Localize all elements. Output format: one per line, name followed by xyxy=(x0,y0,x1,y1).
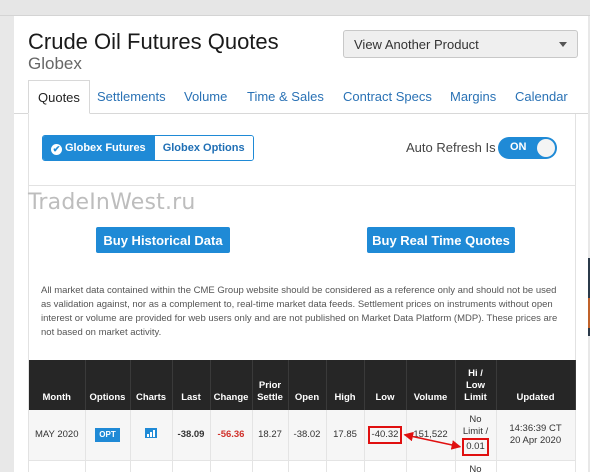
chevron-down-icon xyxy=(559,42,567,47)
table-header-row: Month Options Charts Last Change Prior Se… xyxy=(29,360,576,410)
globex-options-button[interactable]: Globex Options xyxy=(153,136,253,160)
cell-change: -56.36 xyxy=(210,410,253,461)
globex-futures-button[interactable]: ✔ Globex Futures xyxy=(43,136,154,160)
browser-top-strip xyxy=(0,0,590,16)
auto-refresh-toggle[interactable]: ON xyxy=(498,137,557,159)
cell-prior-settle: 18.27 xyxy=(252,410,289,461)
cell-low: -40.32 xyxy=(364,410,407,461)
cell-charts xyxy=(130,410,173,461)
tab-volume[interactable]: Volume xyxy=(184,80,227,114)
tab-time-sales[interactable]: Time & Sales xyxy=(247,80,324,114)
cell-empty xyxy=(85,460,131,472)
product-select[interactable]: View Another Product xyxy=(343,30,578,58)
cell-empty xyxy=(29,460,86,472)
auto-refresh-state: ON xyxy=(510,141,527,153)
low-highlight-box: -40.32 xyxy=(367,425,403,444)
col-prior-line1: Prior xyxy=(258,380,282,391)
tab-margins[interactable]: Margins xyxy=(450,80,496,114)
buy-historical-data-button[interactable]: Buy Historical Data xyxy=(96,227,230,253)
cell-options: OPT xyxy=(85,410,131,461)
limit-highlight-box: 0.01 xyxy=(462,437,489,456)
market-toggle: ✔ Globex Futures Globex Options xyxy=(42,135,254,161)
check-icon: ✔ xyxy=(51,144,62,155)
col-charts[interactable]: Charts xyxy=(130,360,173,410)
cell-month: MAY 2020 xyxy=(29,410,86,461)
watermark-text: TradeInWest.ru xyxy=(28,190,196,215)
opt-link[interactable]: OPT xyxy=(95,427,120,442)
bar-chart-icon[interactable] xyxy=(145,427,157,438)
cell-empty xyxy=(210,460,253,472)
cell-updated: 14:36:39 CT 20 Apr 2020 xyxy=(496,410,576,461)
cell-empty xyxy=(252,460,289,472)
cell-empty xyxy=(406,460,456,472)
cell-open: -38.02 xyxy=(288,410,327,461)
table-row: MAY 2020 OPT -38.09 -56.36 18.27 -38.02 … xyxy=(29,410,576,461)
quotes-card: Crude Oil Futures Quotes Globex View Ano… xyxy=(14,16,588,472)
col-last[interactable]: Last xyxy=(172,360,211,410)
tab-settlements[interactable]: Settlements xyxy=(97,80,166,114)
tab-bar: Quotes Settlements Volume Time & Sales C… xyxy=(14,80,588,114)
col-hilo-line2: Low xyxy=(466,380,485,391)
toggle-knob xyxy=(537,139,555,157)
product-select-label: View Another Product xyxy=(354,37,479,52)
hilo-line1: No xyxy=(469,413,482,425)
quotes-table: Month Options Charts Last Change Prior Se… xyxy=(29,360,576,472)
disclaimer-text: All market data contained within the CME… xyxy=(41,285,558,338)
col-hi-low-limit[interactable]: Hi / Low Limit xyxy=(455,360,497,410)
cell-hi-low-limit: No Limit / 0.01 xyxy=(455,410,497,461)
updated-date: 20 Apr 2020 xyxy=(509,434,562,446)
divider xyxy=(29,185,575,186)
cell-empty xyxy=(326,460,365,472)
cell-empty xyxy=(172,460,211,472)
cell-high: 17.85 xyxy=(326,410,365,461)
cell-empty xyxy=(496,460,576,472)
col-month[interactable]: Month xyxy=(29,360,86,410)
hilo-line2: Limit / xyxy=(462,425,489,437)
auto-refresh-label: Auto Refresh Is xyxy=(406,140,496,155)
col-open[interactable]: Open xyxy=(288,360,327,410)
col-options[interactable]: Options xyxy=(85,360,131,410)
cell-volume: 151,522 xyxy=(406,410,456,461)
table-row: No xyxy=(29,460,576,472)
tab-contract-specs[interactable]: Contract Specs xyxy=(343,80,432,114)
col-volume[interactable]: Volume xyxy=(406,360,456,410)
page-title: Crude Oil Futures Quotes xyxy=(28,29,279,54)
tab-quotes[interactable]: Quotes xyxy=(28,80,90,114)
updated-time: 14:36:39 CT xyxy=(509,422,562,434)
cell-hi-low-limit: No xyxy=(455,460,497,472)
page-subtitle: Globex xyxy=(28,54,82,73)
col-hilo-line3: Limit xyxy=(464,392,487,403)
col-low[interactable]: Low xyxy=(364,360,407,410)
col-prior-line2: Settle xyxy=(257,392,283,403)
col-updated[interactable]: Updated xyxy=(496,360,576,410)
globex-futures-label: Globex Futures xyxy=(65,142,146,154)
cell-empty xyxy=(288,460,327,472)
cell-last: -38.09 xyxy=(172,410,211,461)
col-change[interactable]: Change xyxy=(210,360,253,410)
col-prior-settle[interactable]: Prior Settle xyxy=(252,360,289,410)
col-high[interactable]: High xyxy=(326,360,365,410)
col-hilo-line1: Hi / xyxy=(468,368,483,379)
cell-empty xyxy=(130,460,173,472)
buy-real-time-quotes-button[interactable]: Buy Real Time Quotes xyxy=(367,227,515,253)
cell-empty xyxy=(364,460,407,472)
quotes-table-wrap: Month Options Charts Last Change Prior Se… xyxy=(29,360,576,472)
tab-calendar[interactable]: Calendar xyxy=(515,80,568,114)
